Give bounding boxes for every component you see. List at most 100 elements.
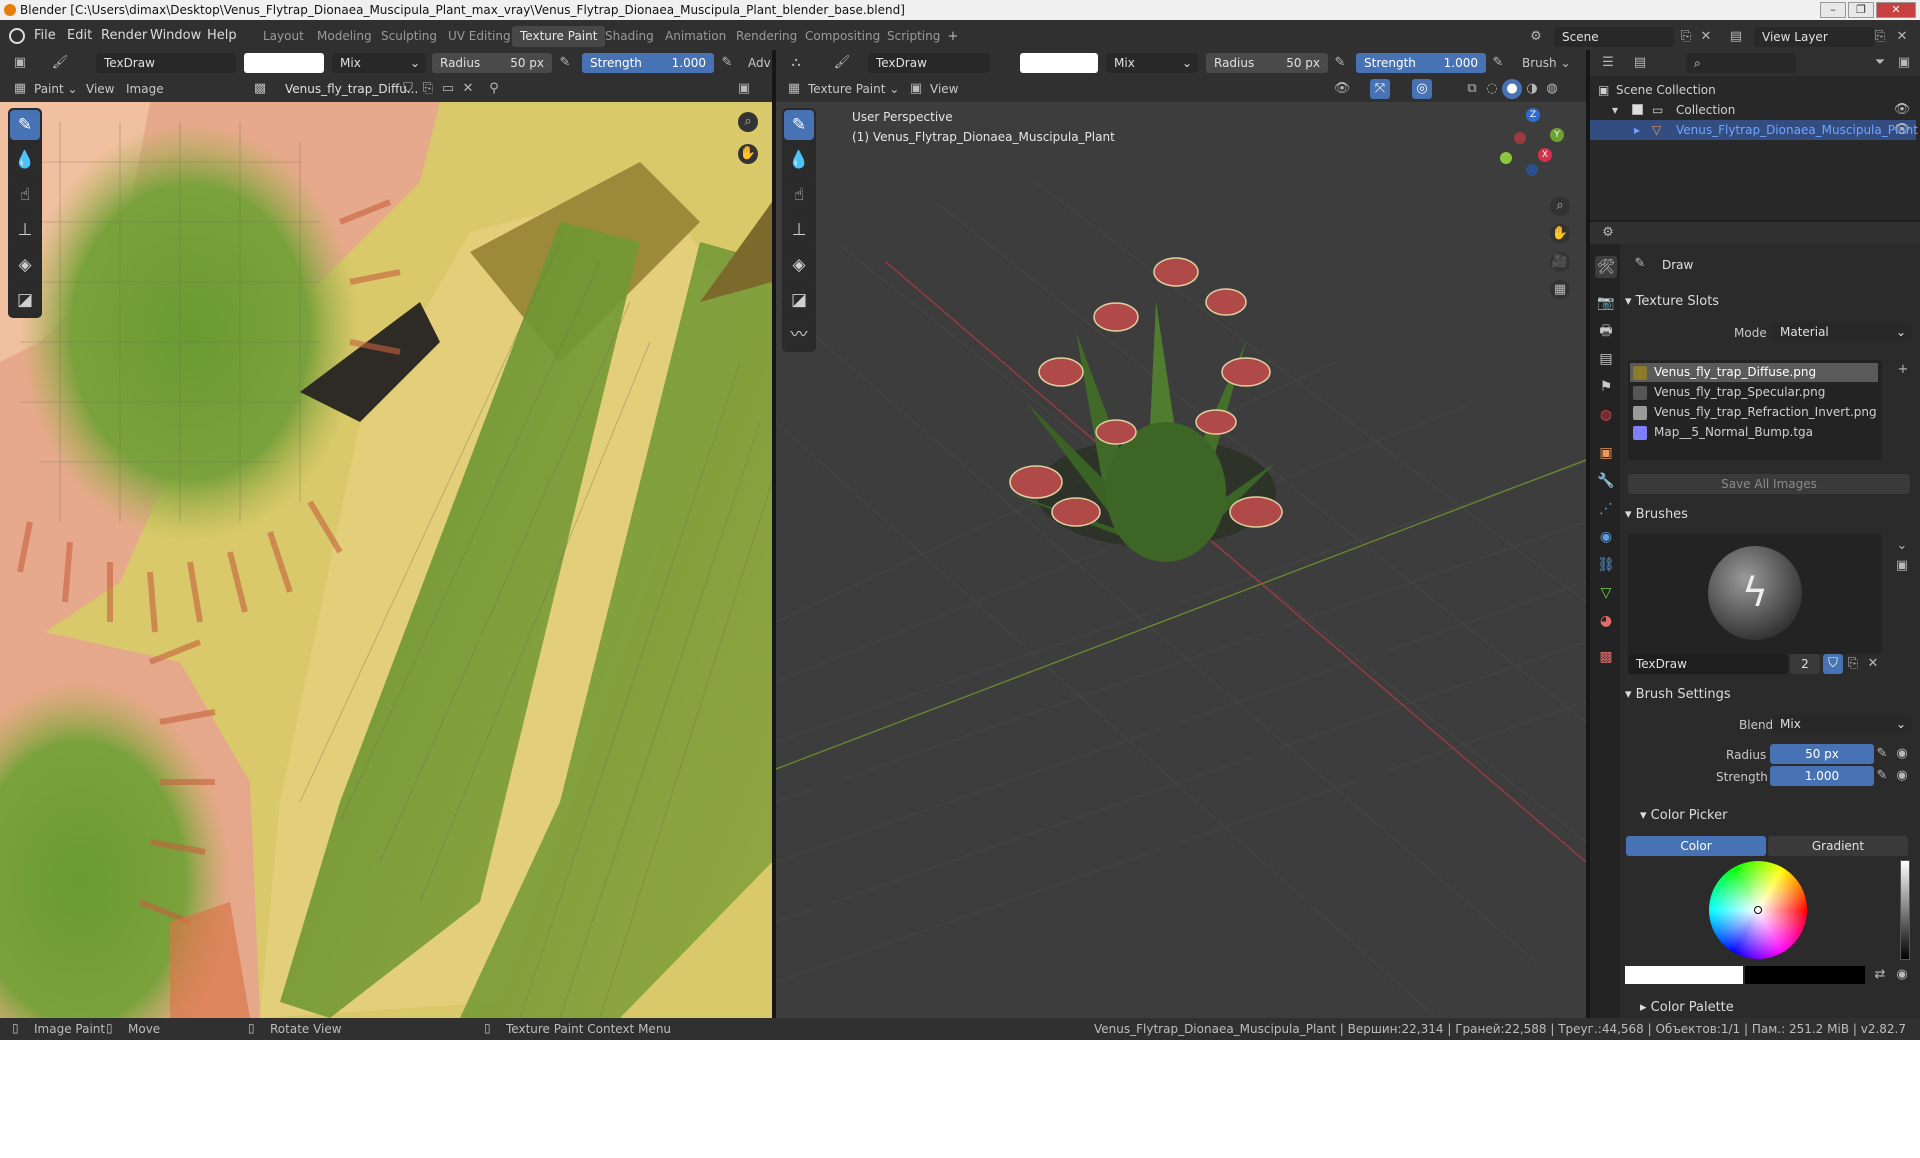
texture-slot-item[interactable]: Venus_fly_trap_Diffuse.png xyxy=(1630,363,1878,382)
close-button[interactable]: ✕ xyxy=(1876,2,1916,18)
viewport-soften-tool-icon[interactable]: 💧 xyxy=(784,145,814,175)
collection-checkbox[interactable] xyxy=(1632,104,1643,115)
tab-sculpting[interactable]: Sculpting xyxy=(373,26,445,47)
outliner-row-collection[interactable]: ▾ ▭ Collection xyxy=(1590,100,1870,120)
open-image-icon[interactable]: ▭ xyxy=(438,79,458,99)
radius-pressure-toggle-icon[interactable]: ✎ xyxy=(1872,744,1892,764)
paint-mask-icon[interactable]: ▣ xyxy=(906,79,926,99)
uv-texture-canvas[interactable]: ✎ 💧 ☝ ⊥ ◈ ◪ ⌕ ✋ xyxy=(0,102,772,1018)
brush-name-field[interactable]: TexDraw xyxy=(96,53,236,73)
delete-view-layer-icon[interactable]: ✕ xyxy=(1892,27,1912,47)
object-expand-icon[interactable]: ▸ xyxy=(1634,123,1640,137)
pan-hand-icon[interactable]: ✋ xyxy=(738,144,758,164)
unified-color-icon[interactable]: ◉ xyxy=(1892,965,1912,985)
radius-unit-icon[interactable]: ◉ xyxy=(1892,744,1912,764)
render-tab-icon[interactable]: 📷 xyxy=(1595,292,1617,314)
pin-icon[interactable]: ⚲ xyxy=(484,79,504,99)
menu-window[interactable]: Window xyxy=(150,28,201,43)
mask-tool-icon[interactable]: ◪ xyxy=(10,285,40,315)
tab-scripting[interactable]: Scripting xyxy=(879,26,948,47)
viewport-draw-tool-icon[interactable]: ✎ xyxy=(784,110,814,140)
color-wheel-cursor[interactable] xyxy=(1754,906,1762,914)
add-workspace-icon[interactable]: + xyxy=(943,27,963,47)
color-tab[interactable]: Color xyxy=(1626,836,1766,856)
viewport-smear-tool-icon[interactable]: ☝ xyxy=(784,180,814,210)
color-picker-subpanel-header[interactable]: ▾ Color Picker xyxy=(1640,808,1920,830)
outliner-row-scene-collection[interactable]: ▣ Scene Collection xyxy=(1590,80,1870,100)
slot-mode-dropdown[interactable]: Material ⌄ xyxy=(1772,322,1912,342)
save-all-images-button[interactable]: Save All Images xyxy=(1628,474,1910,494)
new-image-icon[interactable]: ⎘ xyxy=(418,79,438,99)
clone-tool-icon[interactable]: ⊥ xyxy=(10,215,40,245)
overlay-toggle-icon[interactable]: ◎ xyxy=(1412,79,1432,99)
modifier-tab-icon[interactable]: 🔧 xyxy=(1595,470,1617,492)
viewport-radius-slider[interactable]: Radius 50 px xyxy=(1206,53,1328,73)
viewport-fill-tool-icon[interactable]: ◈ xyxy=(784,250,814,280)
tab-shading[interactable]: Shading xyxy=(597,26,662,47)
new-scene-icon[interactable]: ⎘ xyxy=(1676,27,1696,47)
new-collection-icon[interactable]: ▣ xyxy=(1894,53,1914,73)
navigation-gizmo[interactable]: Z Y X xyxy=(1496,108,1566,178)
brush-duplicate-icon[interactable]: ⎘ xyxy=(1843,654,1863,674)
viewport-pan-icon[interactable]: ✋ xyxy=(1550,224,1570,244)
minimize-button[interactable]: – xyxy=(1820,2,1846,18)
gizmo-toggle-icon[interactable]: ⤧ xyxy=(1370,79,1390,99)
zoom-icon[interactable]: ⌕ xyxy=(738,112,758,132)
strength-pressure-toggle-icon[interactable]: ✎ xyxy=(1872,766,1892,786)
soften-tool-icon[interactable]: 💧 xyxy=(10,145,40,175)
rendered-shading-icon[interactable]: ◍ xyxy=(1542,79,1562,99)
new-view-layer-icon[interactable]: ⎘ xyxy=(1870,27,1890,47)
radius-pressure-icon[interactable]: ✎ xyxy=(555,53,575,73)
strength-pressure-icon[interactable]: ✎ xyxy=(717,53,737,73)
viewport-brush-name-field[interactable]: TexDraw xyxy=(868,53,990,73)
display-mode-icon[interactable]: ▣ xyxy=(734,79,754,99)
viewport-clone-tool-icon[interactable]: ⊥ xyxy=(784,215,814,245)
advanced-menu[interactable]: Adv xyxy=(748,56,771,70)
viewport-radius-pressure-icon[interactable]: ✎ xyxy=(1330,53,1350,73)
outliner-editor-type-icon[interactable]: ☰ xyxy=(1598,53,1618,73)
menu-help[interactable]: Help xyxy=(207,28,237,43)
menu-file[interactable]: File xyxy=(34,28,56,43)
display-mode-icon[interactable]: ▤ xyxy=(1630,53,1650,73)
gizmo-neg-z[interactable] xyxy=(1526,164,1538,176)
camera-view-icon[interactable]: 🎥 xyxy=(1550,252,1570,272)
tab-animation[interactable]: Animation xyxy=(657,26,734,47)
strength-slider[interactable]: Strength 1.000 xyxy=(582,53,714,73)
brushes-panel-header[interactable]: ▾ Brushes xyxy=(1625,507,1915,529)
gizmo-x-axis[interactable]: X xyxy=(1538,148,1552,162)
smear-tool-icon[interactable]: ☝ xyxy=(10,180,40,210)
viewport-view-menu[interactable]: View xyxy=(930,82,958,96)
unlink-image-icon[interactable]: ✕ xyxy=(458,79,478,99)
blender-menu-icon[interactable] xyxy=(9,28,25,44)
viewport-zoom-icon[interactable]: ⌕ xyxy=(1550,196,1570,216)
particles-tab-icon[interactable]: ⋰ xyxy=(1595,498,1617,520)
draw-tool-icon[interactable]: ✎ xyxy=(10,110,40,140)
gizmo-neg-y[interactable] xyxy=(1500,152,1512,164)
tool-tab-icon[interactable]: 🛠 xyxy=(1595,256,1617,278)
radius-setting-slider[interactable]: 50 px xyxy=(1770,744,1874,764)
object-tab-icon[interactable]: ▣ xyxy=(1595,442,1617,464)
constraints-tab-icon[interactable]: ⛓ xyxy=(1595,554,1617,576)
radius-slider[interactable]: Radius 50 px xyxy=(432,53,552,73)
scene-icon[interactable]: ⚙ xyxy=(1526,27,1546,47)
object-visibility-eye-icon[interactable]: 👁 xyxy=(1892,120,1912,140)
tab-layout[interactable]: Layout xyxy=(255,26,312,47)
xray-toggle-icon[interactable]: ⧉ xyxy=(1462,79,1482,99)
texture-tab-icon[interactable]: ▩ xyxy=(1595,646,1617,668)
texture-slot-item[interactable]: Venus_fly_trap_Refraction_Invert.png xyxy=(1630,403,1878,422)
object-visibility-icon[interactable]: 👁 xyxy=(1332,79,1352,99)
secondary-color-swatch[interactable] xyxy=(1745,966,1865,984)
view-menu[interactable]: View xyxy=(86,82,114,96)
menu-render[interactable]: Render xyxy=(101,28,147,43)
texture-slot-item[interactable]: Venus_fly_trap_Specular.png xyxy=(1630,383,1878,402)
editor-type-icon[interactable]: ▣ xyxy=(10,53,30,73)
browse-image-icon[interactable]: ▩ xyxy=(250,79,270,99)
blend-mode-dropdown[interactable]: Mix ⌄ xyxy=(1772,714,1912,734)
add-slot-icon[interactable]: + xyxy=(1893,360,1913,380)
strength-setting-slider[interactable]: 1.000 xyxy=(1770,766,1874,786)
tab-texture-paint[interactable]: Texture Paint xyxy=(512,26,606,47)
fake-user-icon[interactable]: ⛉ xyxy=(398,79,418,99)
texture-slot-item[interactable]: Map__5_Normal_Bump.tga xyxy=(1630,423,1878,442)
blend-dropdown[interactable]: Mix ⌄ xyxy=(332,53,426,73)
gradient-tab[interactable]: Gradient xyxy=(1768,836,1908,856)
